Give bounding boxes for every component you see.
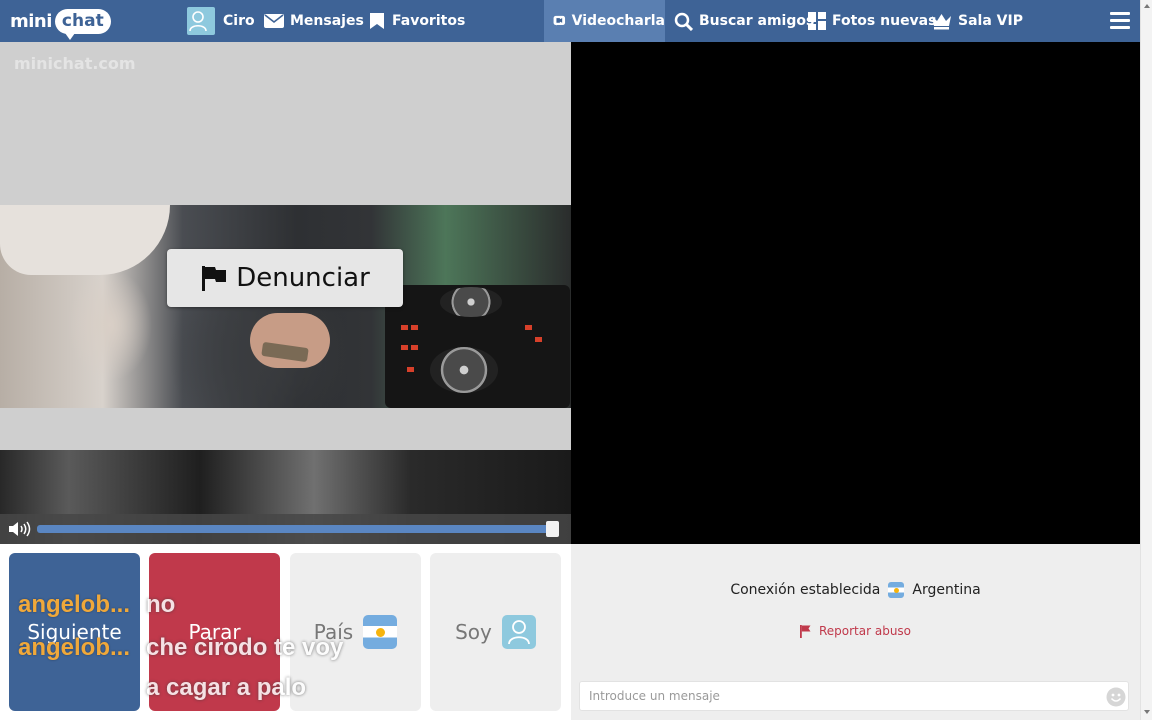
local-video: [571, 42, 1140, 544]
subtitle-username-2: angelob...: [18, 634, 131, 661]
subtitle-username-1: angelob...: [18, 591, 131, 618]
envelope-icon: [264, 14, 284, 28]
top-nav-bar: mini chat Ciro Mensajes Favoritos Videoc…: [0, 0, 1140, 42]
nav-find-friends[interactable]: Buscar amigos: [674, 0, 814, 42]
user-avatar-icon: [187, 7, 215, 35]
subtitle-text-1: no: [146, 591, 176, 618]
nav-favorites-label: Favoritos: [392, 13, 466, 29]
nav-vip-room[interactable]: Sala VIP: [931, 0, 1023, 42]
argentina-flag-icon: [888, 582, 905, 598]
nav-find-friends-label: Buscar amigos: [699, 13, 815, 29]
menu-hamburger-icon[interactable]: [1110, 12, 1130, 33]
nav-new-photos-label: Fotos nuevas: [832, 13, 937, 29]
gender-button[interactable]: Soy: [430, 553, 561, 711]
argentina-flag-icon: [363, 615, 398, 649]
nav-favorites[interactable]: Favoritos: [368, 0, 465, 42]
logo-text-mini: mini: [10, 10, 52, 32]
next-button[interactable]: Siguiente: [9, 553, 140, 711]
video-watermark: minichat.com: [14, 54, 136, 73]
scroll-up-arrow-icon[interactable]: [1144, 4, 1150, 8]
emoji-smiley-icon[interactable]: [1106, 687, 1126, 707]
video-camera-icon: [553, 15, 566, 26]
gender-button-label: Soy: [455, 620, 492, 644]
chat-panel: Conexión establecida Argentina Reportar …: [571, 544, 1140, 720]
partner-country: Argentina: [912, 582, 981, 598]
nav-vip-room-label: Sala VIP: [958, 13, 1023, 29]
logo-text-chat: chat: [54, 8, 111, 40]
message-input[interactable]: [579, 681, 1129, 711]
remote-video: minichat.com Denunciar: [0, 42, 571, 544]
red-flag-icon: [799, 624, 811, 638]
report-abuse-link[interactable]: Reportar abuso: [571, 624, 1140, 638]
minichat-logo[interactable]: mini chat: [10, 5, 111, 40]
tab-videochat-label: Videocharla: [571, 13, 665, 29]
tab-videochat[interactable]: Videocharla: [544, 0, 665, 42]
dj-controller: [385, 285, 570, 408]
volume-slider-track[interactable]: [37, 525, 553, 533]
nav-messages-label: Mensajes: [290, 13, 364, 29]
connection-status: Conexión establecida Argentina: [571, 582, 1140, 598]
volume-slider-thumb[interactable]: [546, 521, 559, 537]
nav-messages[interactable]: Mensajes: [264, 0, 364, 42]
country-button[interactable]: País: [290, 553, 421, 711]
report-button-label: Denunciar: [236, 263, 370, 293]
speaker-icon[interactable]: [8, 521, 32, 537]
connection-status-text: Conexión establecida: [730, 582, 881, 598]
video-figure-cap: [0, 205, 170, 275]
report-abuse-label: Reportar abuso: [818, 624, 912, 638]
scroll-down-arrow-icon[interactable]: [1144, 710, 1150, 714]
flag-bookmark-icon: [370, 13, 384, 29]
crown-icon: [932, 14, 951, 30]
nav-new-photos[interactable]: Fotos nuevas: [808, 0, 936, 42]
subtitle-text-3: a cagar a palo: [146, 674, 307, 701]
search-icon: [674, 12, 693, 31]
nav-profile-label: Ciro: [223, 13, 255, 29]
report-button[interactable]: Denunciar: [167, 249, 403, 307]
grid-icon: [808, 12, 826, 30]
user-avatar-icon: [501, 615, 536, 649]
subtitle-text-2: che cirodo te voy: [146, 634, 344, 661]
page-scrollbar[interactable]: [1140, 0, 1152, 720]
flag-icon: [202, 266, 227, 291]
nav-profile[interactable]: Ciro: [187, 0, 255, 42]
volume-control: [0, 514, 571, 544]
